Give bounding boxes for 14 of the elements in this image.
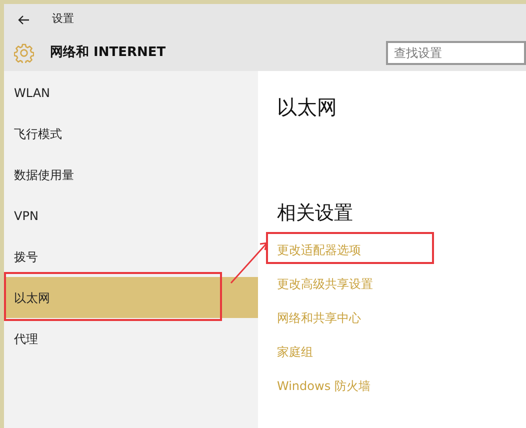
sidebar-item[interactable]: WLAN [4, 72, 258, 113]
gear-icon [14, 43, 34, 63]
sidebar-item[interactable]: 飞行模式 [4, 113, 258, 154]
page-title: 网络和 INTERNET [50, 44, 166, 62]
search-field[interactable]: 查找设置 [386, 41, 526, 65]
sidebar-item[interactable]: VPN [4, 195, 258, 236]
section-heading: 相关设置 [277, 201, 354, 226]
sidebar-item[interactable]: 代理 [4, 318, 258, 359]
window-title: 设置 [52, 11, 74, 28]
sidebar-item[interactable]: 数据使用量 [4, 154, 258, 195]
back-arrow-icon [18, 14, 30, 24]
content-heading: 以太网 [277, 94, 338, 121]
sidebar-item[interactable]: 拨号 [4, 236, 258, 277]
sidebar-item[interactable]: 以太网 [4, 277, 258, 318]
